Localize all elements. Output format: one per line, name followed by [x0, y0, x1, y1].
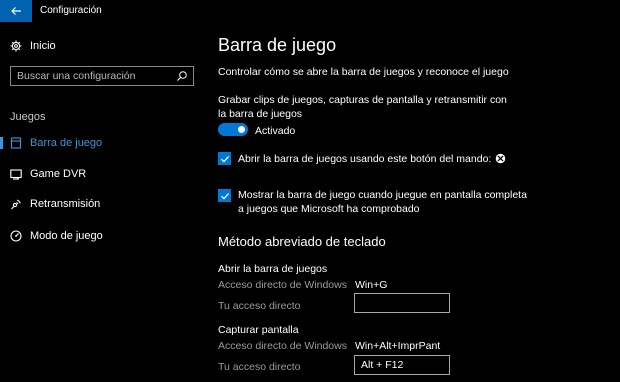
toggle-knob — [238, 126, 245, 133]
shortcuts-section-title: Método abreviado de teclado — [218, 234, 386, 249]
app-title: Configuración — [40, 5, 102, 16]
title-bar: Configuración — [0, 0, 620, 22]
windows-shortcut-value: Win+Alt+ImprPant — [355, 340, 441, 352]
search-box[interactable] — [10, 66, 194, 86]
sidebar-item-label: Game DVR — [30, 168, 87, 180]
game-dvr-icon — [10, 168, 22, 180]
windows-shortcut-value: Win+G — [355, 279, 388, 291]
back-button[interactable] — [0, 0, 32, 22]
fullscreen-gamebar-label: Mostrar la barra de juego cuando juegue … — [238, 189, 527, 215]
checkmark-icon — [220, 155, 229, 163]
nav-home[interactable]: Inicio — [0, 33, 200, 59]
checkmark-icon — [220, 192, 229, 200]
open-with-controller-text: Abrir la barra de juegos usando este bot… — [238, 153, 492, 165]
broadcast-icon — [10, 198, 22, 210]
sidebar-item-label: Retransmisión — [30, 198, 101, 210]
search-icon[interactable] — [176, 70, 188, 82]
search-input[interactable] — [17, 69, 167, 83]
custom-shortcut-input[interactable] — [354, 293, 450, 313]
sidebar-item-broadcast[interactable]: Retransmisión — [0, 191, 200, 217]
xbox-icon — [496, 153, 506, 164]
sidebar-item-label: Barra de juego — [30, 137, 103, 149]
open-with-controller-label: Abrir la barra de juegos usando este bot… — [238, 152, 538, 166]
sidebar-item-game-mode[interactable]: Modo de juego — [0, 223, 200, 249]
gear-icon — [10, 40, 22, 52]
windows-shortcut-label: Acceso directo de Windows — [218, 279, 347, 291]
shortcut-group-title: Capturar pantalla — [218, 324, 299, 336]
record-toggle-label: Grabar clips de juegos, capturas de pant… — [218, 94, 507, 120]
section-label-games: Juegos — [10, 111, 46, 123]
sidebar-item-game-dvr[interactable]: Game DVR — [0, 161, 200, 187]
game-bar-icon — [10, 137, 22, 149]
page-description: Controlar cómo se abre la barra de juego… — [218, 66, 509, 78]
sidebar-item-game-bar[interactable]: Barra de juego — [0, 130, 200, 156]
main-content: Barra de juego Controlar cómo se abre la… — [218, 22, 618, 382]
custom-shortcut-label: Tu acceso directo — [218, 300, 301, 312]
shortcut-group-title: Abrir la barra de juegos — [218, 263, 328, 275]
windows-shortcut-label: Acceso directo de Windows — [218, 340, 347, 352]
fullscreen-gamebar-checkbox[interactable] — [218, 189, 231, 202]
custom-shortcut-input[interactable] — [354, 355, 450, 375]
page-title: Barra de juego — [218, 35, 337, 55]
record-toggle[interactable] — [218, 123, 248, 136]
back-arrow-icon — [11, 7, 21, 15]
sidebar: Inicio Juegos Barra de juego Game DVR Re… — [0, 22, 200, 382]
toggle-state-label: Activado — [255, 125, 296, 137]
custom-shortcut-label: Tu acceso directo — [218, 361, 301, 373]
sidebar-item-label: Modo de juego — [30, 230, 103, 242]
open-with-controller-checkbox[interactable] — [218, 152, 231, 165]
game-mode-icon — [10, 230, 22, 242]
nav-home-label: Inicio — [30, 40, 56, 52]
